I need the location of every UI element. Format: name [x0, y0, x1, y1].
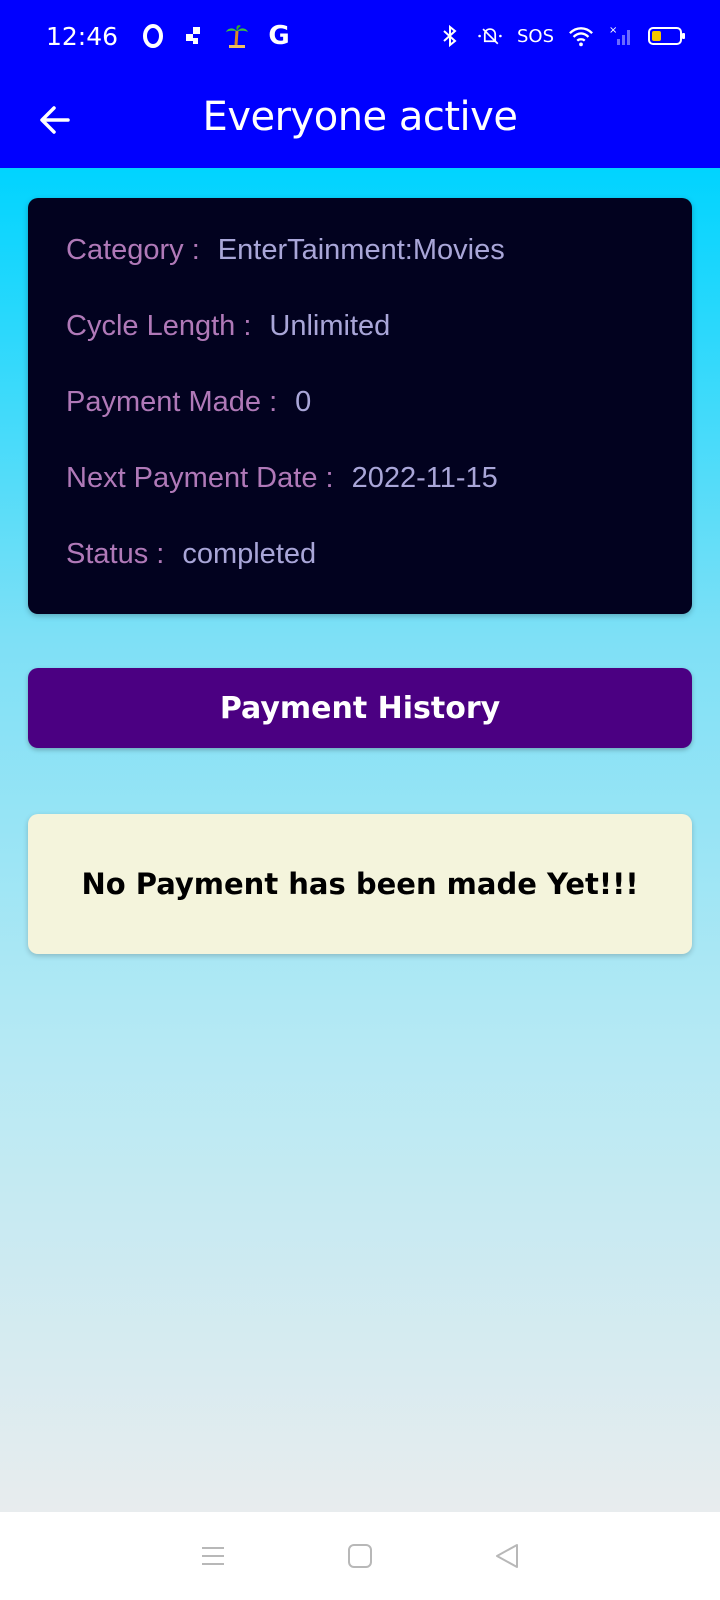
status-bar: 12:46 G SOS × [0, 0, 720, 72]
subscription-details-card: Category : EnterTainment:Movies Cycle Le… [28, 198, 692, 614]
status-left-icons: G [140, 21, 292, 51]
status-right-icons: SOS × [437, 23, 685, 49]
opera-icon [140, 23, 166, 49]
detail-row-status: Status : completed [66, 538, 654, 614]
square-icon [347, 1544, 372, 1568]
cycle-length-value: Unlimited [269, 310, 391, 342]
status-value: completed [182, 538, 317, 570]
next-payment-date-value: 2022-11-15 [351, 462, 498, 494]
detail-row-cycle-length: Cycle Length : Unlimited [66, 310, 654, 386]
content-area: Category : EnterTainment:Movies Cycle Le… [0, 168, 720, 1512]
app-screen: 12:46 G SOS × Everyone active Category:… [0, 0, 720, 1600]
recents-button[interactable] [183, 1526, 243, 1586]
category-value: EnterTainment:Movies [217, 234, 505, 266]
empty-payments-message: No Payment has been made Yet!!! [28, 814, 692, 954]
menu-lines-icon [202, 1547, 225, 1565]
status-label: Status : [66, 538, 165, 570]
bluetooth-icon [437, 23, 463, 49]
notification-dots-icon [182, 23, 208, 49]
payment-made-label: Payment Made : [66, 386, 278, 418]
wifi-icon [568, 23, 594, 49]
google-icon: G [268, 21, 290, 51]
payment-history-button[interactable]: Payment History [28, 668, 692, 748]
status-time: 12:46 [46, 21, 119, 51]
page-title: Everyone active [202, 94, 518, 140]
detail-row-next-payment-date: Next Payment Date : 2022-11-15 [66, 462, 654, 538]
detail-row-payment-made: Payment Made : 0 [66, 386, 654, 462]
svg-text:×: × [609, 25, 617, 36]
detail-row-category: Category : EnterTainment:Movies [66, 234, 654, 310]
triangle-back-icon [495, 1544, 518, 1568]
category-label: Category : [66, 234, 200, 266]
battery-icon [648, 27, 685, 45]
next-payment-date-label: Next Payment Date : [66, 462, 334, 494]
sos-label: SOS [516, 25, 554, 47]
system-nav-bar [0, 1512, 720, 1600]
mute-icon [477, 23, 503, 49]
cellular-signal-icon: × [608, 23, 634, 49]
home-button[interactable] [330, 1526, 390, 1586]
back-nav-button[interactable] [477, 1526, 537, 1586]
app-bar: Everyone active [0, 72, 720, 168]
palm-tree-icon [224, 23, 250, 49]
payment-made-value: 0 [295, 386, 312, 418]
cycle-length-label: Cycle Length : [66, 310, 252, 342]
